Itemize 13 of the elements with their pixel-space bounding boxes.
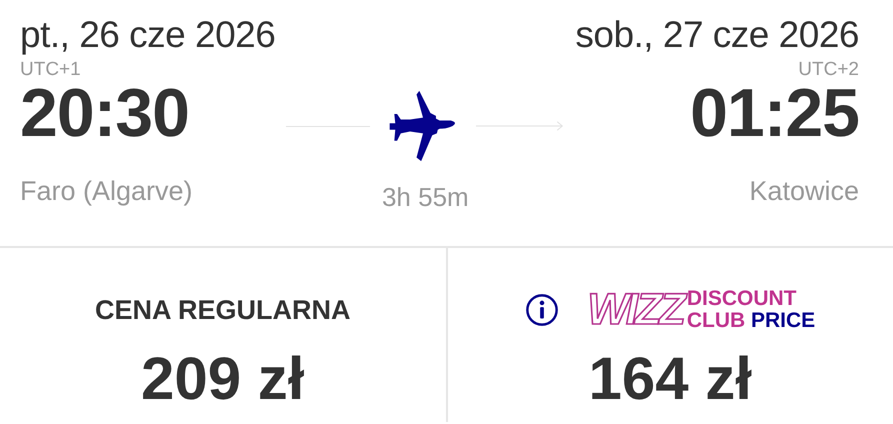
fare-price: 209 zł	[141, 344, 304, 413]
fare-label: CENA REGULARNA	[95, 294, 350, 326]
departure-city: Faro (Algarve)	[20, 176, 193, 207]
departure-timezone: UTC+1	[20, 60, 81, 80]
arrival-timezone: UTC+2	[798, 60, 859, 80]
arrival-date: sob., 27 cze 2026	[575, 13, 859, 57]
arrival-time: 01:25	[690, 80, 859, 146]
flight-duration: 3h 55m	[382, 182, 469, 213]
fare-price: 164 zł	[588, 344, 752, 413]
arrival-city: Katowice	[749, 176, 859, 207]
info-icon[interactable]	[525, 293, 560, 327]
departure-time: 20:30	[20, 80, 189, 146]
departure-date: pt., 26 cze 2026	[20, 13, 276, 57]
